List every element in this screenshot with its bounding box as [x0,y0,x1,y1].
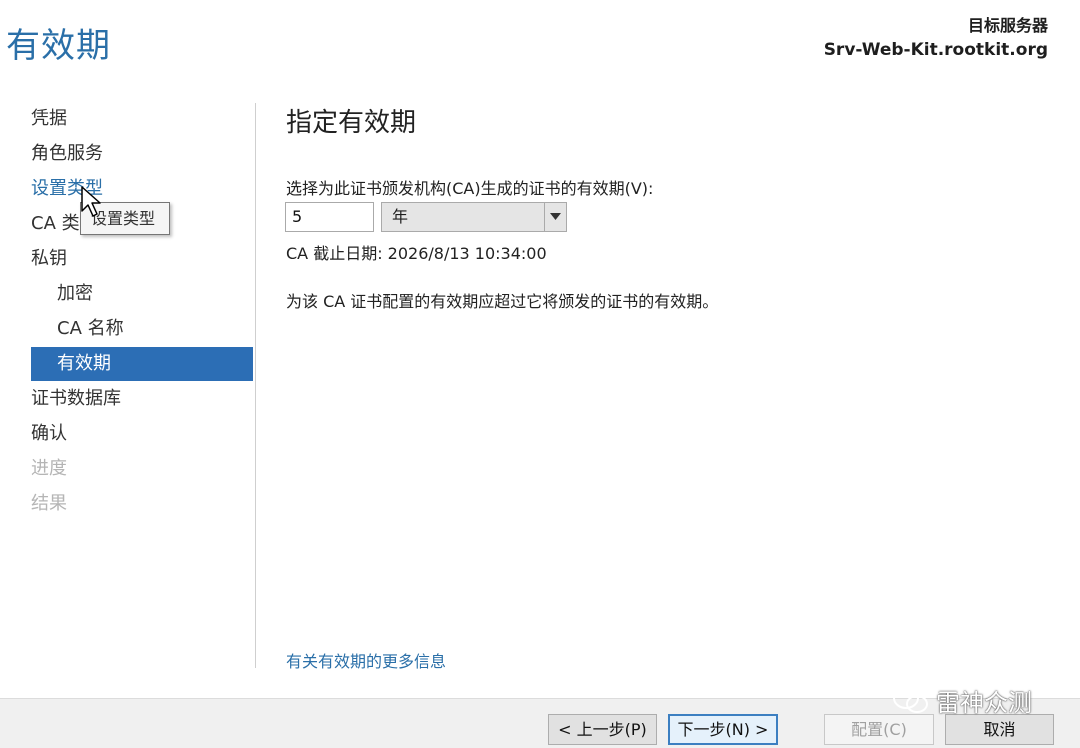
nav-divider [255,103,256,668]
dropdown-arrow[interactable] [544,203,566,231]
nav-item-setup-type[interactable]: 设置类型 [31,172,253,206]
validity-period-input[interactable]: 5 [285,202,374,232]
validity-prompt: 选择为此证书颁发机构(CA)生成的证书的有效期(V): [286,179,654,198]
cancel-button[interactable]: 取消 [945,714,1054,745]
chevron-down-icon [550,213,561,220]
page-title: 有效期 [6,26,111,66]
watermark-text: 雷神众测 [936,689,1032,717]
validity-unit-value: 年 [392,207,409,226]
target-server-name: Srv-Web-Kit.rootkit.org [823,40,1048,60]
target-server-label: 目标服务器 [967,16,1048,35]
back-button[interactable]: < 上一步(P) [548,714,657,745]
nav-item-cryptography[interactable]: 加密 [31,277,253,311]
more-info-link[interactable]: 有关有效期的更多信息 [286,648,446,672]
nav-item-private-key[interactable]: 私钥 [31,242,253,276]
nav-item-cert-database[interactable]: 证书数据库 [31,382,253,416]
nav-item-ca-name[interactable]: CA 名称 [31,312,253,346]
validity-note: 为该 CA 证书配置的有效期应超过它将颁发的证书的有效期。 [286,292,719,311]
nav-item-results: 结果 [31,493,67,514]
next-button[interactable]: 下一步(N) > [668,714,778,745]
nav-item-validity-period[interactable]: 有效期 [31,347,253,381]
configure-button: 配置(C) [824,714,934,745]
validity-unit-select[interactable]: 年 [381,202,567,232]
nav-item-progress: 进度 [31,458,67,479]
wechat-icon [893,687,928,713]
mouse-cursor-icon [81,186,101,217]
nav-item-credentials[interactable]: 凭据 [31,102,253,136]
nav-item-confirmation[interactable]: 确认 [31,417,253,451]
section-title: 指定有效期 [286,108,417,138]
nav-item-role-services[interactable]: 角色服务 [31,137,253,171]
ca-expiry-date: CA 截止日期: 2026/8/13 10:34:00 [286,244,547,263]
